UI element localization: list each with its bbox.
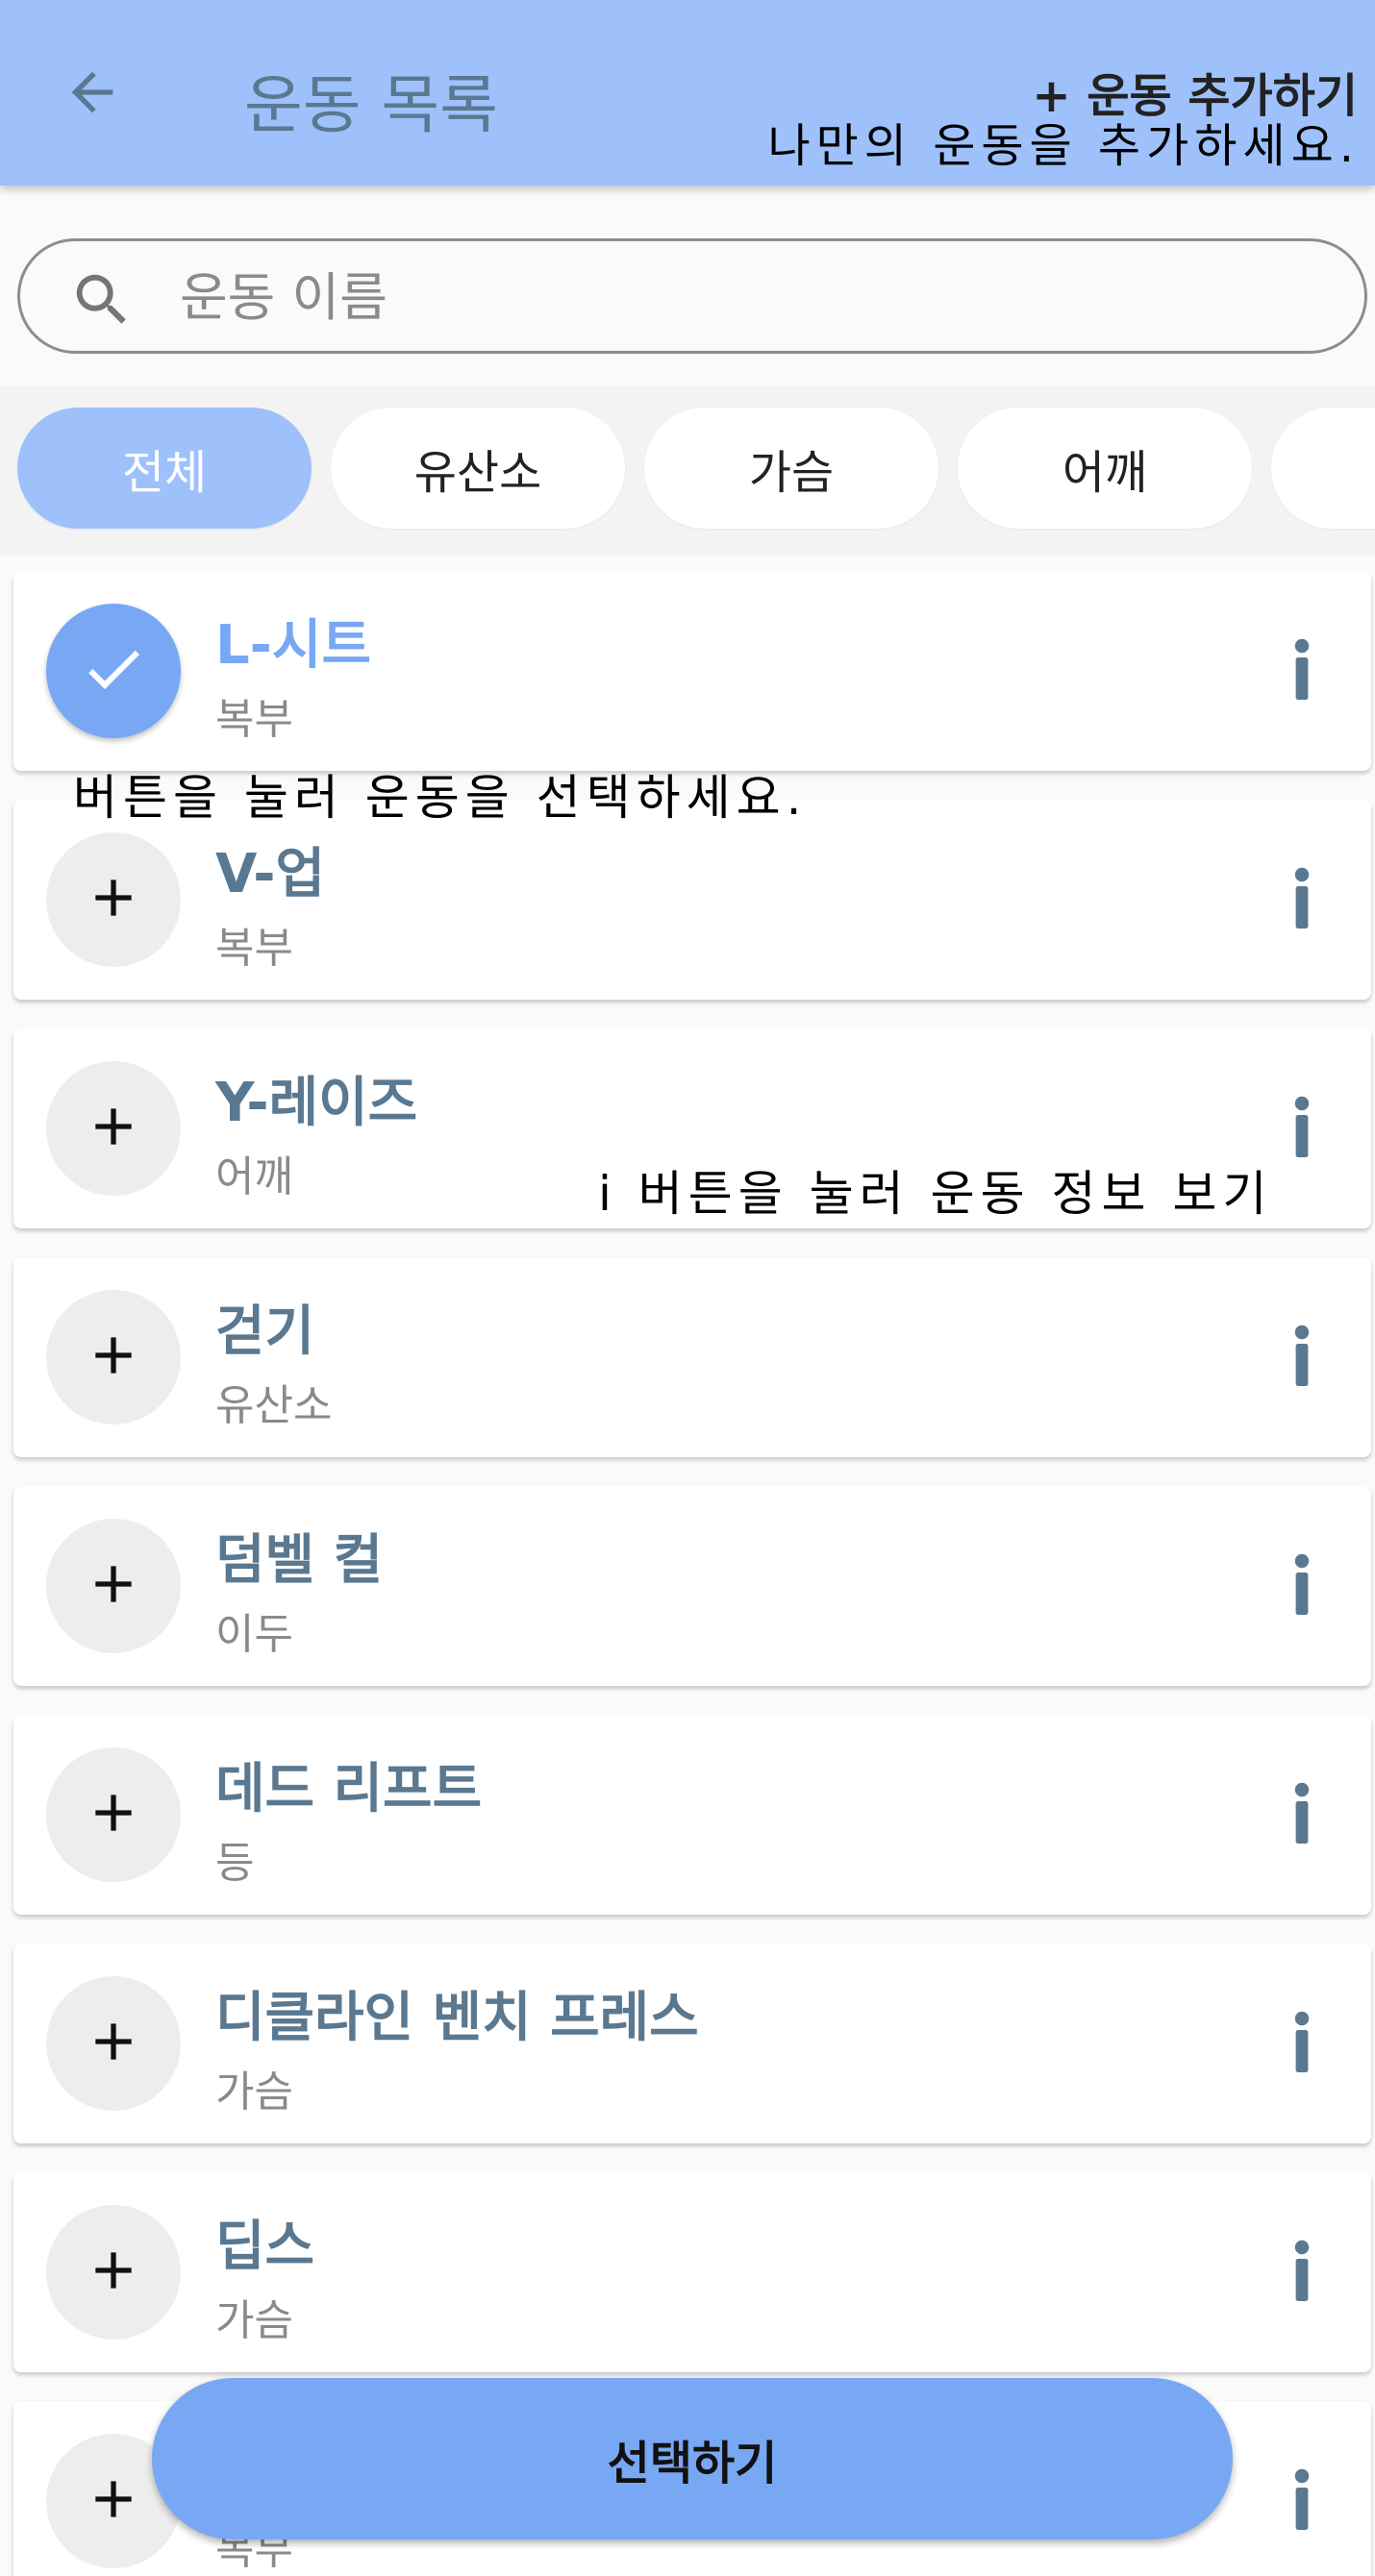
exercise-name: V-업 (215, 843, 326, 905)
exercise-name: L-시트 (215, 614, 371, 677)
app-bar: 운동 목록 + 운동 추가하기 나만의 운동을 추가하세요. (0, 0, 1375, 186)
search-icon (68, 266, 136, 334)
exercise-category: 가슴 (215, 2068, 293, 2117)
plus-icon (83, 2240, 144, 2305)
exercise-select-button[interactable] (46, 1976, 181, 2111)
exercise-info-button[interactable] (1254, 852, 1350, 948)
search-box[interactable] (17, 238, 1367, 354)
exercise-select-button[interactable] (46, 604, 181, 738)
select-hint-text: 버튼을 눌러 운동을 선택하세요. (73, 770, 808, 826)
exercise-card[interactable]: 데드 리프트 등 (13, 1715, 1371, 1915)
info-icon (1283, 638, 1321, 704)
exercise-name: 덤벨 컬 (215, 1529, 384, 1592)
plus-icon (83, 1782, 144, 1847)
exercise-info-button[interactable] (1254, 2453, 1350, 2549)
filter-chip-chest[interactable]: 가슴 (644, 408, 938, 529)
back-button[interactable] (54, 56, 131, 133)
exercise-info-button[interactable] (1254, 623, 1350, 719)
exercise-select-button[interactable] (46, 1061, 181, 1196)
exercise-card[interactable]: V-업 복부 (13, 800, 1371, 1000)
plus-icon (83, 1553, 144, 1619)
exercise-category: 가슴 (215, 2296, 293, 2345)
exercise-category: 유산소 (215, 1381, 333, 1430)
category-filter-bar: 전체 유산소 가슴 어깨 (0, 386, 1375, 556)
exercise-category: 복부 (215, 924, 293, 973)
plus-icon (83, 2011, 144, 2076)
filter-chip-all[interactable]: 전체 (17, 408, 312, 529)
exercise-select-button[interactable] (46, 1747, 181, 1882)
exercise-category: 등 (215, 1839, 255, 1888)
exercise-name: 디클라인 벤치 프레스 (215, 1987, 699, 2049)
exercise-card[interactable]: L-시트 복부 (13, 571, 1371, 771)
exercise-category: 이두 (215, 1610, 293, 1659)
exercise-name: Y-레이즈 (215, 1072, 418, 1134)
select-confirm-button[interactable]: 선택하기 (152, 2378, 1233, 2539)
exercise-info-button[interactable] (1254, 1309, 1350, 1405)
plus-icon (83, 1325, 144, 1390)
filter-chip-shoulder[interactable]: 어깨 (958, 408, 1252, 529)
plus-icon (83, 867, 144, 932)
exercise-card[interactable]: 걷기 유산소 (13, 1257, 1371, 1457)
exercise-select-button[interactable] (46, 1290, 181, 1424)
exercise-select-button[interactable] (46, 1519, 181, 1653)
exercise-category: 복부 (215, 695, 293, 744)
search-input[interactable] (180, 260, 1286, 334)
exercise-category: 어깨 (215, 1152, 293, 1201)
exercise-info-button[interactable] (1254, 1538, 1350, 1634)
exercise-card[interactable]: 딥스 가슴 (13, 2172, 1371, 2372)
plus-icon (83, 2468, 144, 2534)
info-icon (1283, 867, 1321, 932)
check-icon (79, 634, 148, 707)
exercise-info-button[interactable] (1254, 1767, 1350, 1863)
exercise-card[interactable]: 덤벨 컬 이두 (13, 1486, 1371, 1686)
exercise-name: 데드 리프트 (215, 1758, 483, 1821)
exercise-select-button[interactable] (46, 832, 181, 967)
exercise-select-button[interactable] (46, 2205, 181, 2340)
info-icon (1283, 2468, 1321, 2534)
exercise-card[interactable]: 디클라인 벤치 프레스 가슴 (13, 1944, 1371, 2143)
add-exercise-hint: 나만의 운동을 추가하세요. (767, 119, 1360, 173)
exercise-info-button[interactable] (1254, 2224, 1350, 2320)
info-hint-text: i 버튼을 눌러 운동 정보 보기 (598, 1166, 1273, 1222)
exercise-name: 걷기 (215, 1300, 315, 1363)
info-icon (1283, 1096, 1321, 1161)
exercise-name: 딥스 (215, 2216, 315, 2278)
info-icon (1283, 2011, 1321, 2076)
info-icon (1283, 1325, 1321, 1390)
exercise-info-button[interactable] (1254, 1995, 1350, 2092)
arrow-left-icon (62, 62, 123, 127)
filter-chip-cardio[interactable]: 유산소 (331, 408, 625, 529)
plus-icon (83, 1096, 144, 1161)
page-title: 운동 목록 (244, 68, 498, 142)
info-icon (1283, 2240, 1321, 2305)
filter-chip-more[interactable] (1271, 408, 1375, 529)
info-icon (1283, 1553, 1321, 1619)
info-icon (1283, 1782, 1321, 1847)
